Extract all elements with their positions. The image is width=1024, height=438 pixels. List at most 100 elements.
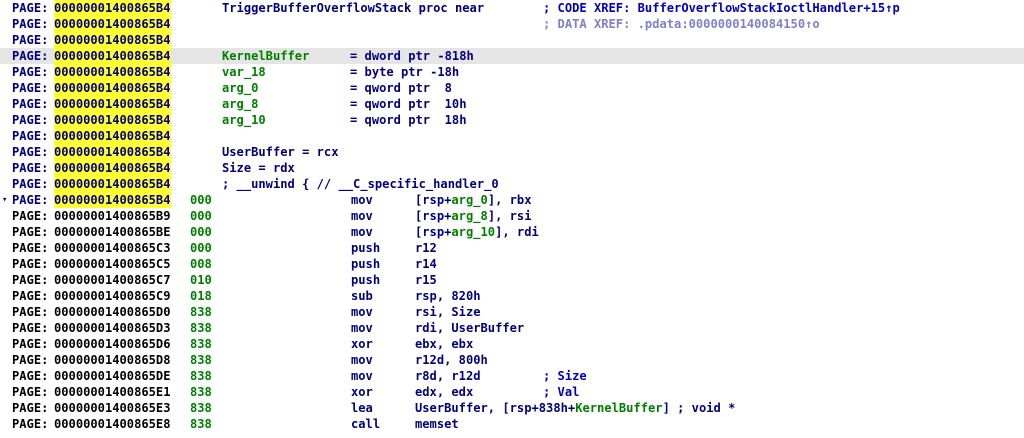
operands[interactable]: [rsp+arg_0], rbx bbox=[415, 192, 532, 208]
listing-row[interactable]: PAGE: 00000001400865C9 018 sub rsp, 820h bbox=[0, 288, 1024, 304]
listing-row[interactable]: PAGE: 00000001400865B4 bbox=[0, 32, 1024, 48]
listing-row[interactable]: PAGE: 00000001400865D3 838 mov rdi, User… bbox=[0, 320, 1024, 336]
operand-var[interactable]: arg_10 bbox=[451, 225, 495, 239]
xref-comment[interactable]: ; CODE XREF: BufferOverflowStackIoctlHan… bbox=[543, 0, 900, 16]
listing-row[interactable]: ▾ PAGE: 00000001400865B4 000 mov [rsp+ar… bbox=[0, 192, 1024, 208]
mnemonic[interactable]: xor bbox=[351, 384, 373, 400]
operands[interactable]: rsi, Size bbox=[415, 304, 481, 320]
address[interactable]: 00000001400865C9 bbox=[54, 288, 171, 304]
listing-row[interactable]: PAGE: 00000001400865E3 838 lea UserBuffe… bbox=[0, 400, 1024, 416]
operands[interactable]: memset bbox=[415, 416, 459, 432]
address[interactable]: 00000001400865B4 bbox=[54, 96, 171, 112]
address[interactable]: 00000001400865B4 bbox=[54, 112, 171, 128]
address[interactable]: 00000001400865B4 bbox=[54, 80, 171, 96]
listing-row[interactable]: PAGE: 00000001400865B4 Size = rdx bbox=[0, 160, 1024, 176]
listing-row[interactable]: PAGE: 00000001400865B4 ; DATA XREF: .pda… bbox=[0, 16, 1024, 32]
operand-var[interactable]: arg_0 bbox=[451, 193, 487, 207]
operand-var[interactable]: arg_8 bbox=[451, 209, 487, 223]
address[interactable]: 00000001400865B4 bbox=[54, 32, 171, 48]
mnemonic[interactable]: mov bbox=[351, 208, 373, 224]
mnemonic[interactable]: lea bbox=[351, 400, 373, 416]
listing-row[interactable]: PAGE: 00000001400865DE 838 mov r8d, r12d… bbox=[0, 368, 1024, 384]
address[interactable]: 00000001400865B4 bbox=[54, 48, 171, 64]
operands[interactable]: r15 bbox=[415, 272, 437, 288]
collapse-arrow-icon[interactable]: ▾ bbox=[2, 192, 7, 208]
mnemonic[interactable]: push bbox=[351, 256, 380, 272]
listing-row[interactable]: PAGE: 00000001400865C7 010 push r15 bbox=[0, 272, 1024, 288]
operands[interactable]: r8d, r12d bbox=[415, 368, 481, 384]
address[interactable]: 00000001400865B4 bbox=[54, 160, 171, 176]
stack-var-name[interactable]: var_18 bbox=[222, 64, 266, 80]
listing-row[interactable]: PAGE: 00000001400865B4 arg_10 = qword pt… bbox=[0, 112, 1024, 128]
address[interactable]: 00000001400865B9 bbox=[54, 208, 171, 224]
xref-comment[interactable]: ; DATA XREF: .pdata:0000000140084150↑o bbox=[543, 16, 820, 32]
listing-row[interactable]: PAGE: 00000001400865B9 000 mov [rsp+arg_… bbox=[0, 208, 1024, 224]
listing-row[interactable]: PAGE: 00000001400865D0 838 mov rsi, Size bbox=[0, 304, 1024, 320]
address[interactable]: 00000001400865B4 bbox=[54, 192, 171, 208]
listing-row[interactable]: PAGE: 00000001400865B4 arg_8 = qword ptr… bbox=[0, 96, 1024, 112]
address[interactable]: 00000001400865D3 bbox=[54, 320, 171, 336]
listing-row[interactable]: PAGE: 00000001400865E1 838 xor edx, edx … bbox=[0, 384, 1024, 400]
operands[interactable]: rdi, UserBuffer bbox=[415, 320, 524, 336]
address[interactable]: 00000001400865E3 bbox=[54, 400, 171, 416]
proc-label[interactable]: TriggerBufferOverflowStack proc near bbox=[222, 0, 484, 16]
address[interactable]: 00000001400865C7 bbox=[54, 272, 171, 288]
register-alias[interactable]: Size = rdx bbox=[222, 160, 295, 176]
disassembly-listing[interactable]: PAGE: 00000001400865B4 TriggerBufferOver… bbox=[0, 0, 1024, 438]
stack-var-name[interactable]: arg_0 bbox=[222, 80, 258, 96]
listing-row[interactable]: PAGE: 00000001400865C3 000 push r12 bbox=[0, 240, 1024, 256]
mnemonic[interactable]: mov bbox=[351, 352, 373, 368]
address[interactable]: 00000001400865DE bbox=[54, 368, 171, 384]
listing-row[interactable]: PAGE: 00000001400865B4 arg_0 = qword ptr… bbox=[0, 80, 1024, 96]
address[interactable]: 00000001400865BE bbox=[54, 224, 171, 240]
mnemonic[interactable]: sub bbox=[351, 288, 373, 304]
listing-row[interactable]: PAGE: 00000001400865C5 008 push r14 bbox=[0, 256, 1024, 272]
address[interactable]: 00000001400865D6 bbox=[54, 336, 171, 352]
address[interactable]: 00000001400865D0 bbox=[54, 304, 171, 320]
listing-row[interactable]: PAGE: 00000001400865B4 var_18 = byte ptr… bbox=[0, 64, 1024, 80]
mnemonic[interactable]: push bbox=[351, 240, 380, 256]
stack-var-name[interactable]: arg_10 bbox=[222, 112, 266, 128]
address[interactable]: 00000001400865C5 bbox=[54, 256, 171, 272]
mnemonic[interactable]: mov bbox=[351, 320, 373, 336]
listing-row[interactable]: PAGE: 00000001400865B4 bbox=[0, 128, 1024, 144]
listing-row[interactable]: PAGE: 00000001400865D8 838 mov r12d, 800… bbox=[0, 352, 1024, 368]
operand-var[interactable]: KernelBuffer bbox=[575, 401, 662, 415]
stack-var-name[interactable]: KernelBuffer bbox=[222, 48, 309, 64]
listing-row[interactable]: PAGE: 00000001400865B4 TriggerBufferOver… bbox=[0, 0, 1024, 16]
mnemonic[interactable]: mov bbox=[351, 192, 373, 208]
operands[interactable]: UserBuffer, [rsp+838h+KernelBuffer] ; vo… bbox=[415, 400, 735, 416]
listing-row[interactable]: PAGE: 00000001400865B4 ; __unwind { // _… bbox=[0, 176, 1024, 192]
register-alias[interactable]: UserBuffer = rcx bbox=[222, 144, 339, 160]
operands[interactable]: r12 bbox=[415, 240, 437, 256]
address[interactable]: 00000001400865E8 bbox=[54, 416, 171, 432]
address[interactable]: 00000001400865D8 bbox=[54, 352, 171, 368]
operands[interactable]: rsp, 820h bbox=[415, 288, 481, 304]
mnemonic[interactable]: mov bbox=[351, 304, 373, 320]
mnemonic[interactable]: mov bbox=[351, 368, 373, 384]
operands[interactable]: r14 bbox=[415, 256, 437, 272]
operands[interactable]: r12d, 800h bbox=[415, 352, 488, 368]
listing-row[interactable]: PAGE: 00000001400865D6 838 xor ebx, ebx bbox=[0, 336, 1024, 352]
listing-row[interactable]: PAGE: 00000001400865B4 UserBuffer = rcx bbox=[0, 144, 1024, 160]
listing-row[interactable]: PAGE: 00000001400865BE 000 mov [rsp+arg_… bbox=[0, 224, 1024, 240]
mnemonic[interactable]: call bbox=[351, 416, 380, 432]
address[interactable]: 00000001400865B4 bbox=[54, 144, 171, 160]
stack-var-name[interactable]: arg_8 bbox=[222, 96, 258, 112]
listing-row[interactable]: PAGE: 00000001400865E8 838 call memset bbox=[0, 416, 1024, 432]
operands[interactable]: edx, edx bbox=[415, 384, 473, 400]
address[interactable]: 00000001400865E1 bbox=[54, 384, 171, 400]
operands[interactable]: ebx, ebx bbox=[415, 336, 473, 352]
address[interactable]: 00000001400865C3 bbox=[54, 240, 171, 256]
mnemonic[interactable]: push bbox=[351, 272, 380, 288]
address[interactable]: 00000001400865B4 bbox=[54, 176, 171, 192]
mnemonic[interactable]: mov bbox=[351, 224, 373, 240]
operands[interactable]: [rsp+arg_10], rdi bbox=[415, 224, 539, 240]
address[interactable]: 00000001400865B4 bbox=[54, 16, 171, 32]
mnemonic[interactable]: xor bbox=[351, 336, 373, 352]
address[interactable]: 00000001400865B4 bbox=[54, 64, 171, 80]
address[interactable]: 00000001400865B4 bbox=[54, 128, 171, 144]
listing-row-selected[interactable]: PAGE: 00000001400865B4 KernelBuffer = dw… bbox=[0, 48, 1024, 64]
operands[interactable]: [rsp+arg_8], rsi bbox=[415, 208, 532, 224]
address[interactable]: 00000001400865B4 bbox=[54, 0, 171, 16]
